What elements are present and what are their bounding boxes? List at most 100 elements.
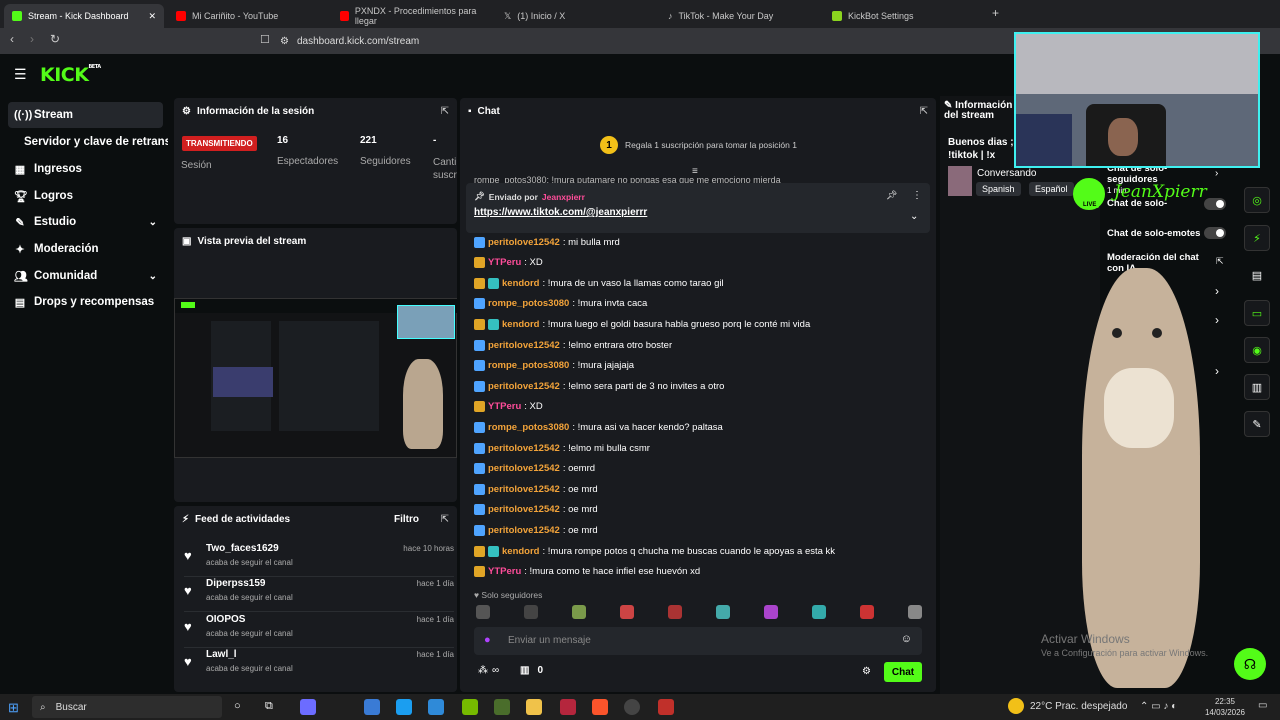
- reload-icon[interactable]: ↻: [50, 32, 60, 46]
- weather-text[interactable]: 22°C Prac. despejado: [1030, 701, 1127, 712]
- layout-icon[interactable]: ▥: [1244, 374, 1270, 400]
- nvidia-icon[interactable]: [462, 699, 478, 715]
- pin-icon[interactable]: 📌︎: [886, 190, 897, 201]
- emote-only-toggle[interactable]: [1204, 227, 1226, 239]
- lightning-icon[interactable]: ⚡︎: [1244, 225, 1270, 251]
- send-chat-button[interactable]: Chat: [884, 662, 922, 682]
- edge-icon[interactable]: [396, 699, 412, 715]
- brave-icon[interactable]: [592, 699, 608, 715]
- stream-preview-video[interactable]: [174, 298, 458, 458]
- chevron-right-icon[interactable]: ›: [1215, 284, 1219, 298]
- pinned-user[interactable]: Jeanxpierr: [542, 192, 585, 202]
- chat-username[interactable]: peritolove12542: [488, 443, 560, 454]
- gift-sub-banner[interactable]: Regala 1 suscripción para tomar la posic…: [625, 140, 797, 150]
- new-tab-icon[interactable]: +: [992, 6, 999, 20]
- sidebar-item-drops[interactable]: ▤ Drops y recompensas: [8, 289, 163, 315]
- store-icon[interactable]: [364, 699, 380, 715]
- more-icon[interactable]: ⋮: [912, 190, 922, 201]
- emote-icon[interactable]: [716, 605, 730, 619]
- tab-kick-dashboard[interactable]: Stream - Kick Dashboard ✕: [4, 4, 164, 28]
- chat-username[interactable]: kendord: [502, 319, 539, 330]
- sidebar-item-comunidad[interactable]: 👥︎ Comunidad ⌄: [8, 263, 163, 289]
- settings-icon[interactable]: ⚙: [862, 666, 871, 677]
- emote-icon[interactable]: [620, 605, 634, 619]
- emote-icon[interactable]: [812, 605, 826, 619]
- support-icon[interactable]: ☊: [1234, 648, 1266, 680]
- popout-icon[interactable]: ⇱: [441, 106, 449, 117]
- popout-icon[interactable]: ⇱: [920, 106, 928, 117]
- sidebar-item-moderacion[interactable]: ✦ Moderación: [8, 236, 163, 262]
- emote-icon[interactable]: [860, 605, 874, 619]
- external-link-icon[interactable]: ⇱: [1216, 256, 1224, 267]
- sub-only-toggle[interactable]: [1204, 198, 1226, 210]
- chevron-down-icon[interactable]: ⌄: [910, 211, 918, 222]
- emote-icon[interactable]: [764, 605, 778, 619]
- tag[interactable]: Spanish: [976, 182, 1021, 196]
- emote-icon[interactable]: [572, 605, 586, 619]
- chevron-right-icon[interactable]: ›: [1215, 313, 1219, 327]
- sidebar-item-estudio[interactable]: ✎ Estudio ⌄: [8, 209, 163, 235]
- sidebar-item-ingresos[interactable]: ▦ Ingresos: [8, 156, 163, 182]
- points-display[interactable]: ⁂ ∞: [478, 665, 499, 676]
- mail-icon[interactable]: [428, 699, 444, 715]
- pinned-link[interactable]: https://www.tiktok.com/@jeanxpierrr: [474, 207, 647, 218]
- chevron-right-icon[interactable]: ›: [1215, 168, 1218, 179]
- clock[interactable]: 22:35 14/03/2026: [1200, 696, 1250, 718]
- emote-icon[interactable]: [668, 605, 682, 619]
- app-icon[interactable]: [300, 699, 316, 715]
- emoji-icon[interactable]: ☺: [901, 633, 912, 645]
- emote-icon[interactable]: [908, 605, 922, 619]
- chat-username[interactable]: YTPeru: [488, 566, 521, 577]
- emote-icon[interactable]: [476, 605, 490, 619]
- notifications-icon[interactable]: ▭: [1258, 700, 1267, 711]
- tag[interactable]: Español: [1029, 182, 1074, 196]
- site-info-icon[interactable]: ⚙: [280, 36, 289, 47]
- chat-username[interactable]: YTPeru: [488, 401, 521, 412]
- chat-username[interactable]: peritolove12542: [488, 504, 560, 515]
- sidebar-item-server-key[interactable]: Servidor y clave de retransmisión: [8, 129, 168, 155]
- popout-icon[interactable]: ⇱: [441, 514, 449, 525]
- wrench-icon[interactable]: ✎: [1244, 411, 1270, 437]
- chat-username[interactable]: rompe_potos3080: [488, 298, 569, 309]
- cortana-icon[interactable]: ○: [234, 700, 241, 712]
- app-icon[interactable]: [560, 699, 576, 715]
- filter-button[interactable]: Filtro: [394, 514, 419, 525]
- sidebar-item-logros[interactable]: 🏆︎ Logros: [8, 183, 163, 209]
- chat-username[interactable]: peritolove12542: [488, 484, 560, 495]
- close-tab-icon[interactable]: ✕: [148, 11, 156, 22]
- chat-bubble-icon[interactable]: ▭: [1244, 300, 1270, 326]
- kick-logo[interactable]: KICKBETA: [40, 64, 101, 86]
- mic-icon[interactable]: ●: [484, 634, 491, 646]
- bookmark-icon[interactable]: ☐: [260, 33, 270, 46]
- sidebar-item-stream[interactable]: ((·)) Stream: [8, 102, 163, 128]
- task-view-icon[interactable]: ⧉: [265, 700, 273, 713]
- tab-youtube-2[interactable]: PXNDX - Procedimientos para llegar: [332, 4, 492, 28]
- tab-youtube[interactable]: Mi Cariñito - YouTube: [168, 4, 328, 28]
- chat-username[interactable]: peritolove12542: [488, 340, 560, 351]
- chat-username[interactable]: peritolove12542: [488, 463, 560, 474]
- chat-username[interactable]: rompe_potos3080: [488, 422, 569, 433]
- app-icon[interactable]: [658, 699, 674, 715]
- url-field[interactable]: ⚙ dashboard.kick.com/stream: [280, 32, 1000, 50]
- windows-start-icon[interactable]: ⊞: [8, 700, 19, 716]
- clipboard-icon[interactable]: ▤: [1244, 262, 1270, 288]
- folder-icon[interactable]: [526, 699, 542, 715]
- chat-username[interactable]: YTPeru: [488, 257, 521, 268]
- chat-username[interactable]: kendord: [502, 546, 539, 557]
- tab-x[interactable]: 𝕏 (1) Inicio / X: [496, 4, 656, 28]
- chat-username[interactable]: rompe_potos3080: [488, 360, 569, 371]
- chat-username[interactable]: peritolove12542: [488, 525, 560, 536]
- tab-kickbot[interactable]: KickBot Settings: [824, 4, 984, 28]
- back-icon[interactable]: ‹: [10, 32, 14, 46]
- tab-tiktok[interactable]: ♪ TikTok - Make Your Day: [660, 4, 820, 28]
- category-name[interactable]: Conversando: [977, 168, 1036, 179]
- gifts-display[interactable]: ▥ 0: [520, 665, 543, 676]
- forward-icon[interactable]: ›: [30, 32, 34, 46]
- game-icon[interactable]: [494, 699, 510, 715]
- chat-input[interactable]: ● Enviar un mensaje ☺: [474, 627, 922, 655]
- chevron-right-icon[interactable]: ›: [1215, 364, 1219, 378]
- taskbar-search[interactable]: ⌕ Buscar: [32, 696, 222, 718]
- chat-username[interactable]: kendord: [502, 278, 539, 289]
- tray-icons[interactable]: ⌃ ▭ ♪ ◐: [1140, 701, 1177, 712]
- broadcast-icon[interactable]: ◉: [1244, 337, 1270, 363]
